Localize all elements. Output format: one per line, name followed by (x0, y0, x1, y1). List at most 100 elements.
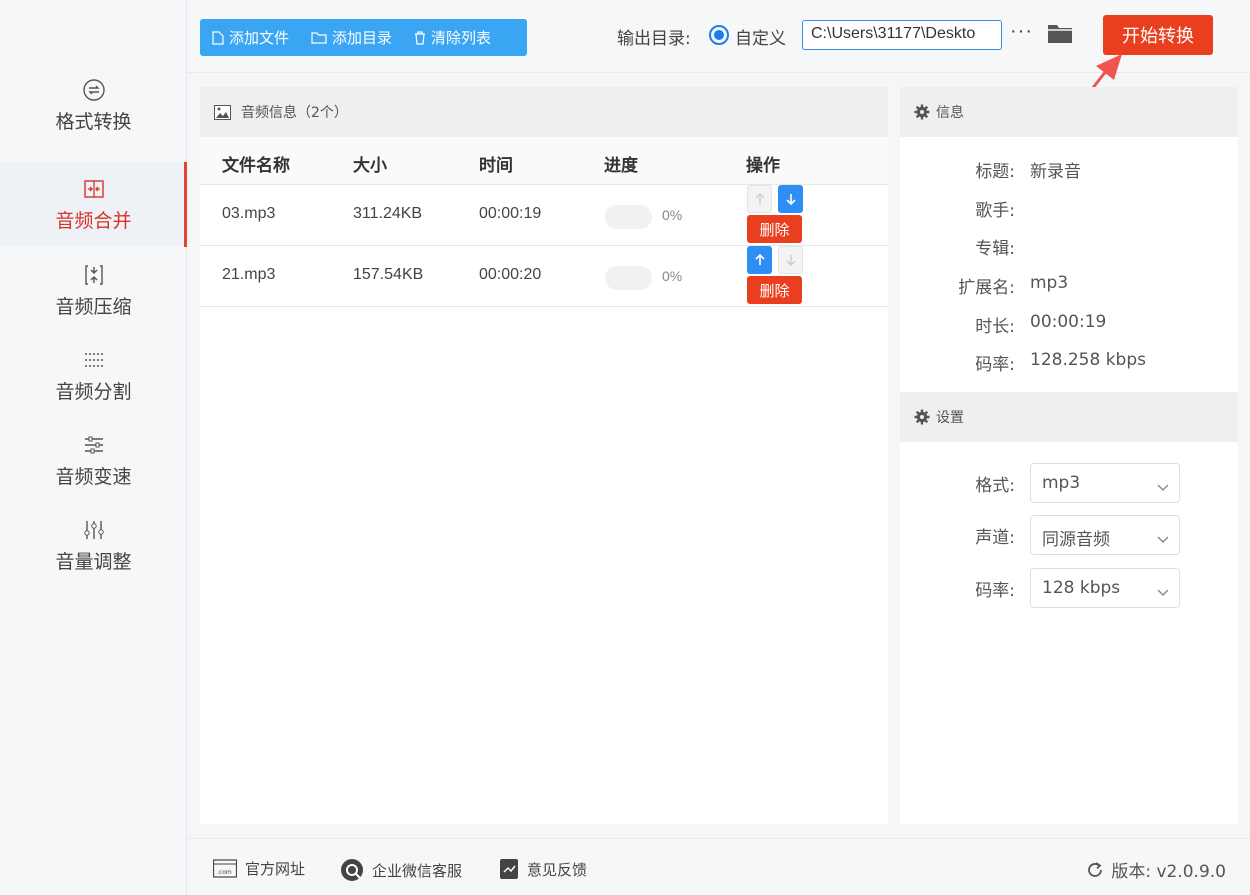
website-icon: .com (213, 858, 237, 879)
column-header-size: 大小 (353, 156, 387, 176)
info-field-bitrate: 码率: 128.258 kbps (900, 350, 1238, 375)
info-panel-title: 信息 (936, 105, 964, 121)
sidebar-item-label: 音量调整 (55, 551, 132, 573)
browse-more-button[interactable]: ··· (1010, 20, 1033, 43)
setting-key: 格式: (975, 476, 1015, 496)
feedback-icon (499, 858, 519, 880)
progress-percent: 0% (662, 268, 683, 284)
table-row[interactable]: 21.mp3 157.54KB 00:00:20 0% 删除 (200, 246, 888, 307)
add-file-button[interactable]: 添加文件 (212, 27, 289, 48)
sidebar-item-label: 音频变速 (55, 466, 132, 488)
setting-bitrate: 码率: 128 kbps (900, 568, 1238, 608)
sidebar-item-label: 音频合并 (55, 210, 132, 232)
setting-channel: 声道: 同源音频 (900, 515, 1238, 555)
swap-circle-icon (81, 77, 107, 103)
chevron-down-icon (1157, 582, 1169, 602)
sidebar-item-audio-merge[interactable]: 音频合并 (0, 162, 187, 247)
move-down-button[interactable] (778, 246, 803, 274)
info-value: 128.258 kbps (1030, 350, 1146, 370)
info-panel: 信息 标题: 新录音 歌手: 专辑: 扩展名: mp3 时长: 00:00:19… (900, 87, 1238, 392)
sidebar-item-format-convert[interactable]: 格式转换 (0, 63, 187, 148)
sidebar-item-audio-compress[interactable]: 音频压缩 (0, 248, 187, 333)
sidebar-item-label: 格式转换 (55, 111, 132, 133)
clear-list-label: 清除列表 (431, 29, 492, 47)
file-duration: 00:00:20 (479, 266, 542, 283)
settings-panel-header: 设置 (900, 392, 1238, 442)
channel-select[interactable]: 同源音频 (1030, 515, 1180, 555)
sidebar: 格式转换 音频合并 音频压缩 音频分割 音频变速 音量调整 (0, 0, 187, 895)
trash-icon (414, 30, 426, 45)
wechat-support-label: 企业微信客服 (372, 861, 463, 880)
format-select[interactable]: mp3 (1030, 463, 1180, 503)
move-up-button[interactable] (747, 246, 772, 274)
sidebar-item-label: 音频压缩 (55, 296, 132, 318)
gear-icon (914, 104, 930, 120)
volume-sliders-icon (81, 517, 107, 543)
image-icon (214, 104, 231, 120)
refresh-icon[interactable] (1085, 860, 1105, 880)
footer-bar: .com 官方网址 企业微信客服 意见反馈 版本: v2.0.9.0 (187, 838, 1250, 895)
sidebar-item-volume-adjust[interactable]: 音量调整 (0, 503, 187, 588)
folder-icon (311, 31, 327, 44)
add-file-label: 添加文件 (229, 29, 290, 47)
bitrate-select-value: 128 kbps (1042, 578, 1121, 598)
split-icon (81, 347, 107, 373)
file-panel-title: 音频信息（2个） (241, 105, 348, 121)
setting-format: 格式: mp3 (900, 463, 1238, 503)
delete-button[interactable]: 删除 (747, 215, 802, 243)
file-name: 21.mp3 (222, 266, 276, 283)
clear-list-button[interactable]: 清除列表 (414, 27, 491, 48)
arrow-down-icon (785, 194, 796, 205)
file-size: 311.24KB (353, 205, 423, 222)
file-list-panel: 音频信息（2个） 文件名称 大小 时间 进度 操作 03.mp3 311.24K… (200, 87, 888, 824)
settings-panel-title: 设置 (936, 410, 964, 426)
sidebar-item-audio-split[interactable]: 音频分割 (0, 333, 187, 418)
svg-text:.com: .com (217, 869, 232, 876)
chevron-down-icon (1157, 477, 1169, 497)
version-info: 版本: v2.0.9.0 (1085, 857, 1226, 882)
file-icon (212, 30, 224, 45)
file-panel-header: 音频信息（2个） (200, 87, 888, 137)
info-key: 时长: (975, 317, 1015, 337)
table-row[interactable]: 03.mp3 311.24KB 00:00:19 0% 删除 (200, 185, 888, 246)
progress-percent: 0% (662, 207, 683, 223)
move-up-button[interactable] (747, 185, 772, 213)
sidebar-item-audio-speed[interactable]: 音频变速 (0, 418, 187, 503)
add-directory-button[interactable]: 添加目录 (311, 27, 392, 48)
delete-button[interactable]: 删除 (747, 276, 802, 304)
bitrate-select[interactable]: 128 kbps (1030, 568, 1180, 608)
arrow-up-icon (754, 254, 765, 265)
feedback-link[interactable]: 意见反馈 (499, 858, 587, 880)
info-value: 00:00:19 (1030, 312, 1107, 332)
format-select-value: mp3 (1042, 473, 1081, 493)
info-key: 码率: (975, 355, 1015, 375)
official-website-link[interactable]: .com 官方网址 (213, 858, 305, 879)
info-field-album: 专辑: (900, 234, 1238, 259)
progress-bar (605, 266, 652, 290)
compress-icon (81, 262, 107, 288)
start-convert-button[interactable]: 开始转换 (1103, 15, 1213, 55)
custom-dir-radio[interactable] (709, 25, 729, 45)
file-duration: 00:00:19 (479, 205, 542, 222)
arrow-down-icon (786, 255, 795, 266)
output-path-input[interactable]: C:\Users\31177\Deskto (802, 20, 1002, 50)
info-field-extension: 扩展名: mp3 (900, 273, 1238, 298)
file-tool-group: 添加文件 添加目录 清除列表 (200, 19, 527, 56)
column-header-progress: 进度 (604, 156, 638, 176)
gear-icon (914, 409, 930, 425)
setting-key: 码率: (975, 581, 1015, 601)
custom-dir-radio-label[interactable]: 自定义 (735, 24, 786, 49)
feedback-label: 意见反馈 (527, 860, 588, 879)
output-dir-label: 输出目录: (617, 29, 691, 49)
info-key: 专辑: (975, 239, 1015, 259)
column-header-time: 时间 (479, 156, 513, 176)
wechat-support-link[interactable]: 企业微信客服 (340, 858, 462, 882)
move-down-button[interactable] (778, 185, 803, 213)
official-website-label: 官方网址 (245, 860, 306, 878)
setting-key: 声道: (975, 528, 1015, 548)
open-folder-icon[interactable] (1047, 22, 1073, 49)
version-label: 版本: v2.0.9.0 (1111, 862, 1226, 882)
info-field-artist: 歌手: (900, 196, 1238, 221)
merge-icon (81, 176, 107, 202)
column-header-actions: 操作 (746, 156, 780, 176)
